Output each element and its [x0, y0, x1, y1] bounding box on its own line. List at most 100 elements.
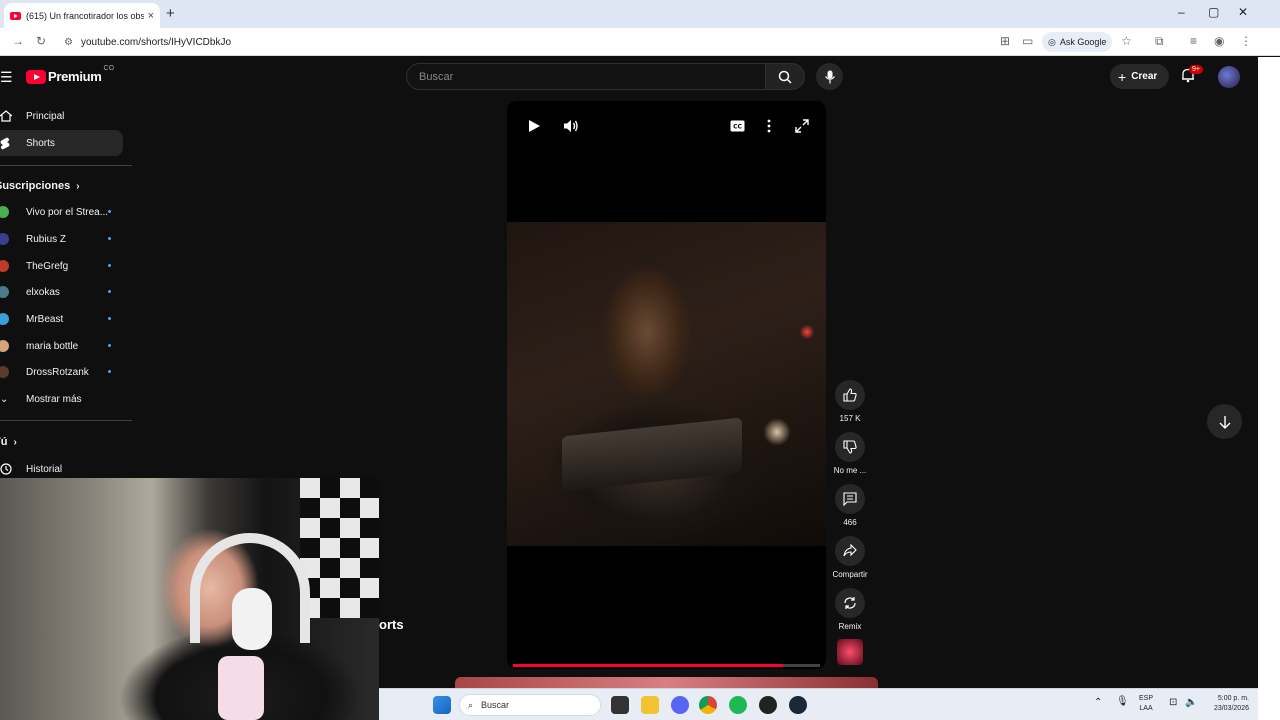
play-button[interactable]	[527, 119, 541, 138]
you-heading-label: Tú	[0, 436, 8, 448]
sidebar-item-subscription[interactable]: TheGrefg	[0, 253, 123, 279]
svg-text:CC: CC	[733, 124, 742, 131]
new-tab-button[interactable]: +	[166, 5, 175, 22]
remix-button[interactable]: Remix	[830, 588, 870, 631]
sidebar-item-subscription[interactable]: Rubius Z	[0, 226, 123, 252]
discord-icon[interactable]	[671, 696, 689, 714]
youtube-logo[interactable]: Premium CO	[26, 65, 114, 84]
volume-button[interactable]	[563, 119, 579, 138]
chevron-right-icon: ›	[76, 180, 80, 192]
language-bottom: LAA	[1139, 705, 1153, 712]
fullscreen-button[interactable]	[795, 119, 809, 138]
spotify-icon[interactable]	[729, 696, 747, 714]
next-short-button[interactable]	[1207, 404, 1242, 439]
sidebar-item-subscription[interactable]: MrBeast	[0, 306, 123, 332]
channel-name: Rubius Z	[26, 233, 67, 245]
headset-earcup	[232, 588, 272, 650]
create-button[interactable]: + Crear	[1110, 64, 1170, 89]
youtube-favicon-icon	[10, 11, 21, 20]
channel-avatar	[0, 233, 9, 245]
you-heading[interactable]: Tú ›	[0, 436, 17, 448]
channel-name: Vivo por el Strea...	[26, 206, 109, 218]
page-scrollbar[interactable]	[1258, 57, 1280, 720]
clock-time: 5:00 p. m.	[1217, 695, 1249, 702]
sidebar-item-principal[interactable]: Principal	[0, 103, 123, 129]
checkered-wall	[300, 478, 379, 618]
channel-avatar	[0, 313, 9, 325]
sidebar: Principal Shorts Suscripciones › Vivo po…	[0, 101, 132, 481]
tab-title: (615) Un francotirador los obse	[26, 10, 144, 21]
bookmark-star-icon[interactable]: ☆	[1121, 34, 1132, 48]
comments-button[interactable]: 466	[830, 484, 870, 527]
translate-icon[interactable]: ⊞	[1000, 34, 1010, 48]
like-button[interactable]: 157 K	[830, 380, 870, 423]
logo-text: Premium	[48, 69, 102, 84]
sidebar-item-shorts[interactable]: Shorts	[0, 130, 123, 156]
search-input[interactable]: Buscar	[406, 63, 765, 90]
channel-avatar	[0, 206, 9, 218]
minimize-button[interactable]: –	[1178, 5, 1185, 19]
sidebar-item-subscription[interactable]: DrossRotzank	[0, 359, 123, 385]
tab-close-icon[interactable]: ×	[148, 10, 154, 22]
shorts-player[interactable]: CC	[507, 101, 826, 669]
hamburger-menu-icon[interactable]: ☰	[0, 69, 13, 86]
sidebar-item-subscription[interactable]: elxokas	[0, 279, 123, 305]
chevron-down-icon: ⌄	[0, 393, 9, 405]
sidebar-divider	[0, 165, 132, 166]
share-button[interactable]: Compartir	[830, 536, 870, 579]
search-icon: ⌕	[468, 699, 474, 710]
microphone-tray-icon[interactable]: 🎙	[1116, 697, 1129, 707]
clock[interactable]: 5:00 p. m. 23/03/2026	[1201, 694, 1249, 714]
subscriptions-heading[interactable]: Suscripciones ›	[0, 180, 80, 192]
cast-icon[interactable]: ▭	[1022, 34, 1033, 48]
speaker-icon[interactable]: 🔈	[1185, 698, 1197, 708]
task-view-icon[interactable]	[611, 696, 629, 714]
sound-thumbnail[interactable]	[837, 639, 863, 665]
more-options-button[interactable]	[766, 119, 772, 138]
new-content-dot	[108, 264, 111, 267]
captions-button[interactable]: CC	[730, 119, 745, 137]
windows-start-icon[interactable]	[433, 696, 451, 714]
show-more-button[interactable]: ⌄ Mostrar más	[0, 386, 123, 412]
extensions-icon[interactable]: ⧉	[1155, 34, 1164, 49]
network-icon[interactable]: ⊡	[1169, 698, 1177, 708]
ask-google-button[interactable]: ◎ Ask Google	[1042, 32, 1113, 52]
voice-search-button[interactable]	[816, 63, 843, 90]
new-content-dot	[108, 344, 111, 347]
sidebar-item-subscription[interactable]: Vivo por el Strea...	[0, 199, 123, 225]
language-indicator[interactable]: ESP LAA	[1139, 694, 1153, 714]
arrow-down-icon	[1219, 415, 1230, 429]
channel-name: DrossRotzank	[26, 366, 89, 378]
country-code: CO	[103, 65, 115, 72]
comment-count: 466	[843, 518, 857, 527]
channel-avatar	[0, 260, 9, 272]
maximize-button[interactable]: ▢	[1208, 5, 1219, 19]
chrome-icon[interactable]	[699, 696, 717, 714]
forward-icon[interactable]: →	[12, 34, 24, 48]
browser-tab[interactable]: (615) Un francotirador los obse ×	[4, 3, 160, 28]
notification-badge: 9+	[1189, 65, 1203, 74]
create-label: Crear	[1131, 71, 1158, 82]
account-avatar[interactable]	[1218, 66, 1240, 88]
site-info-icon[interactable]: ⚙	[64, 37, 73, 48]
steam-icon[interactable]	[789, 696, 807, 714]
show-hidden-icons[interactable]: ⌃	[1094, 698, 1102, 708]
new-content-dot	[108, 317, 111, 320]
video-progress-bar[interactable]	[513, 664, 820, 667]
profile-icon[interactable]: ◉	[1214, 34, 1224, 48]
close-window-button[interactable]: ✕	[1238, 5, 1248, 19]
video-frame[interactable]	[507, 222, 826, 546]
sidebar-item-subscription[interactable]: maria bottle	[0, 333, 123, 359]
browser-menu-icon[interactable]: ⋮	[1240, 34, 1252, 48]
subscriptions-heading-label: Suscripciones	[0, 180, 71, 192]
reload-icon[interactable]: ↻	[36, 34, 46, 48]
taskbar-search-label: Buscar	[481, 700, 510, 710]
address-bar[interactable]: ⚙ youtube.com/shorts/IHyVICDbkJo	[58, 31, 988, 53]
media-icon[interactable]: ≡	[1190, 34, 1197, 48]
file-explorer-icon[interactable]	[641, 696, 659, 714]
search-button[interactable]	[765, 63, 805, 90]
dislike-button[interactable]: No me ...	[830, 432, 870, 475]
obs-icon[interactable]	[759, 696, 777, 714]
shorts-icon	[0, 137, 26, 150]
taskbar-search[interactable]: ⌕ Buscar	[459, 694, 601, 716]
